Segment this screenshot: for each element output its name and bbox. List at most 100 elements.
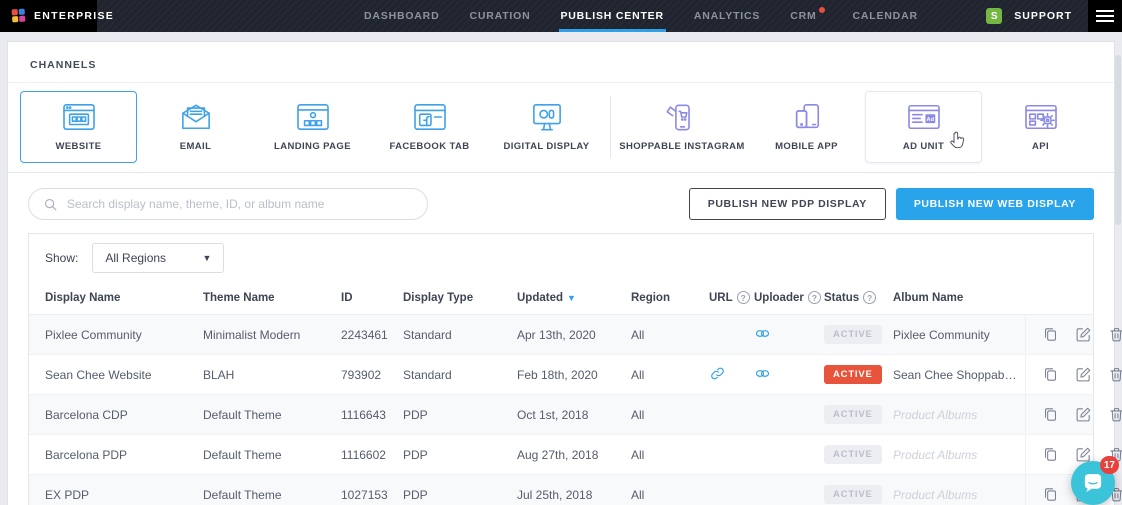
cell-display-name: Pixlee Community (45, 328, 203, 342)
scrollbar[interactable] (1115, 55, 1121, 225)
publish-new-pdp-display-button[interactable]: PUBLISH NEW PDP DISPLAY (689, 188, 886, 220)
copy-icon[interactable] (1042, 366, 1059, 383)
cell-album-name: Product Albums (893, 408, 1025, 422)
nav-item-calendar[interactable]: CALENDAR (851, 0, 920, 32)
row-actions (1025, 355, 1122, 394)
help-icon[interactable]: ? (808, 291, 821, 304)
nav-item-curation[interactable]: CURATION (467, 0, 532, 32)
column-header-url[interactable]: URL? (709, 291, 754, 304)
cell-region: All (631, 448, 709, 462)
help-icon[interactable]: ? (737, 291, 750, 304)
table-row[interactable]: Sean Chee Website BLAH 793902 Standard F… (29, 355, 1093, 395)
cell-region: All (631, 368, 709, 382)
cell-region: All (631, 328, 709, 342)
table-row[interactable]: Barcelona PDP Default Theme 1116602 PDP … (29, 435, 1093, 475)
column-header-region[interactable]: Region (631, 292, 709, 304)
cell-album-name: Pixlee Community (893, 328, 1025, 342)
nav-item-dashboard[interactable]: DASHBOARD (362, 0, 441, 32)
cell-status: ACTIVE (824, 445, 893, 464)
cell-status: ACTIVE (824, 365, 893, 384)
channels-section-header: CHANNELS (8, 42, 1114, 83)
channel-email[interactable]: EMAIL (137, 91, 254, 163)
brand-logo[interactable]: ENTERPRISE (0, 0, 97, 32)
table-row[interactable]: EX PDP Default Theme 1027153 PDP Jul 25t… (29, 475, 1093, 505)
pixlee-logo-icon (12, 9, 26, 24)
cell-theme-name: Default Theme (203, 488, 341, 502)
api-icon (1021, 102, 1061, 132)
cell-id: 1027153 (341, 488, 403, 502)
url-link-icon[interactable] (709, 365, 726, 382)
help-icon[interactable]: ? (863, 291, 876, 304)
column-header-display-type[interactable]: Display Type (403, 292, 517, 304)
cell-display-type: Standard (403, 328, 517, 342)
edit-icon[interactable] (1075, 326, 1092, 343)
column-header-display-name[interactable]: Display Name (45, 292, 203, 304)
cell-region: All (631, 408, 709, 422)
table-row[interactable]: Pixlee Community Minimalist Modern 22434… (29, 315, 1093, 355)
chat-launcher-button[interactable]: 17 (1071, 461, 1115, 505)
cell-theme-name: Minimalist Modern (203, 328, 341, 342)
facebook-tab-icon (410, 102, 450, 132)
row-actions (1025, 315, 1122, 354)
copy-icon[interactable] (1042, 326, 1059, 343)
trash-icon[interactable] (1108, 326, 1122, 343)
channel-ad-unit[interactable]: AD UNIT (865, 91, 982, 163)
hamburger-menu-icon[interactable] (1088, 0, 1122, 32)
cell-display-type: PDP (403, 408, 517, 422)
column-header-album-name[interactable]: Album Name (893, 292, 1025, 304)
copy-icon[interactable] (1042, 406, 1059, 423)
trash-icon[interactable] (1108, 406, 1122, 423)
channel-mobile-app[interactable]: MOBILE APP (748, 91, 865, 163)
nav-item-crm[interactable]: CRM (788, 0, 824, 32)
show-label: Show: (45, 251, 78, 265)
table-row[interactable]: Barcelona CDP Default Theme 1116643 PDP … (29, 395, 1093, 435)
brand-name: ENTERPRISE (34, 10, 114, 22)
cell-album-name: Product Albums (893, 448, 1025, 462)
cell-display-name: Sean Chee Website (45, 368, 203, 382)
email-icon (176, 102, 216, 132)
channel-api[interactable]: API (982, 91, 1099, 163)
channels-group-web: WEBSITE EMAIL LANDING PAGE FACEBOOK TAB … (20, 91, 605, 163)
cell-updated: Feb 18th, 2020 (517, 368, 631, 382)
content-card: CHANNELS WEBSITE EMAIL LANDING PAGE FACE… (8, 42, 1114, 505)
search-input[interactable] (67, 197, 413, 211)
support-status-badge[interactable]: S (986, 8, 1002, 24)
shoppable-instagram-icon (662, 102, 702, 132)
channel-facebook-tab[interactable]: FACEBOOK TAB (371, 91, 488, 163)
cell-updated: Apr 13th, 2020 (517, 328, 631, 342)
cell-display-name: Barcelona PDP (45, 448, 203, 462)
edit-icon[interactable] (1075, 366, 1092, 383)
column-header-updated[interactable]: Updated▼ (517, 292, 631, 304)
column-header-theme-name[interactable]: Theme Name (203, 292, 341, 304)
column-header-id[interactable]: ID (341, 292, 403, 304)
notification-dot (819, 7, 825, 13)
cell-updated: Oct 1st, 2018 (517, 408, 631, 422)
uploader-link-icon[interactable] (754, 365, 771, 382)
copy-icon[interactable] (1042, 486, 1059, 503)
cell-theme-name: BLAH (203, 368, 341, 382)
trash-icon[interactable] (1108, 366, 1122, 383)
chevron-down-icon: ▼ (202, 253, 211, 263)
copy-icon[interactable] (1042, 446, 1059, 463)
uploader-link-icon[interactable] (754, 325, 771, 342)
channel-shoppable-instagram[interactable]: SHOPPABLE INSTAGRAM (616, 91, 748, 163)
nav-item-analytics[interactable]: ANALYTICS (692, 0, 762, 32)
channels-row: WEBSITE EMAIL LANDING PAGE FACEBOOK TAB … (8, 83, 1114, 173)
chat-icon (1080, 470, 1106, 496)
channel-landing-page[interactable]: LANDING PAGE (254, 91, 371, 163)
column-header-uploader[interactable]: Uploader? (754, 291, 824, 304)
cell-album-name: Product Albums (893, 488, 1025, 502)
cell-uploader (754, 325, 824, 345)
edit-icon[interactable] (1075, 406, 1092, 423)
cell-id: 793902 (341, 368, 403, 382)
support-link[interactable]: SUPPORT (1014, 10, 1072, 22)
sort-desc-icon: ▼ (567, 293, 576, 303)
region-select[interactable]: All Regions ▼ (92, 243, 224, 273)
nav-item-publish-center[interactable]: PUBLISH CENTER (559, 0, 666, 32)
mobile-app-icon (787, 102, 827, 132)
channel-digital-display[interactable]: DIGITAL DISPLAY (488, 91, 605, 163)
column-header-status[interactable]: Status? (824, 291, 893, 304)
publish-new-web-display-button[interactable]: PUBLISH NEW WEB DISPLAY (896, 188, 1094, 220)
cell-uploader (754, 365, 824, 385)
channel-website[interactable]: WEBSITE (20, 91, 137, 163)
